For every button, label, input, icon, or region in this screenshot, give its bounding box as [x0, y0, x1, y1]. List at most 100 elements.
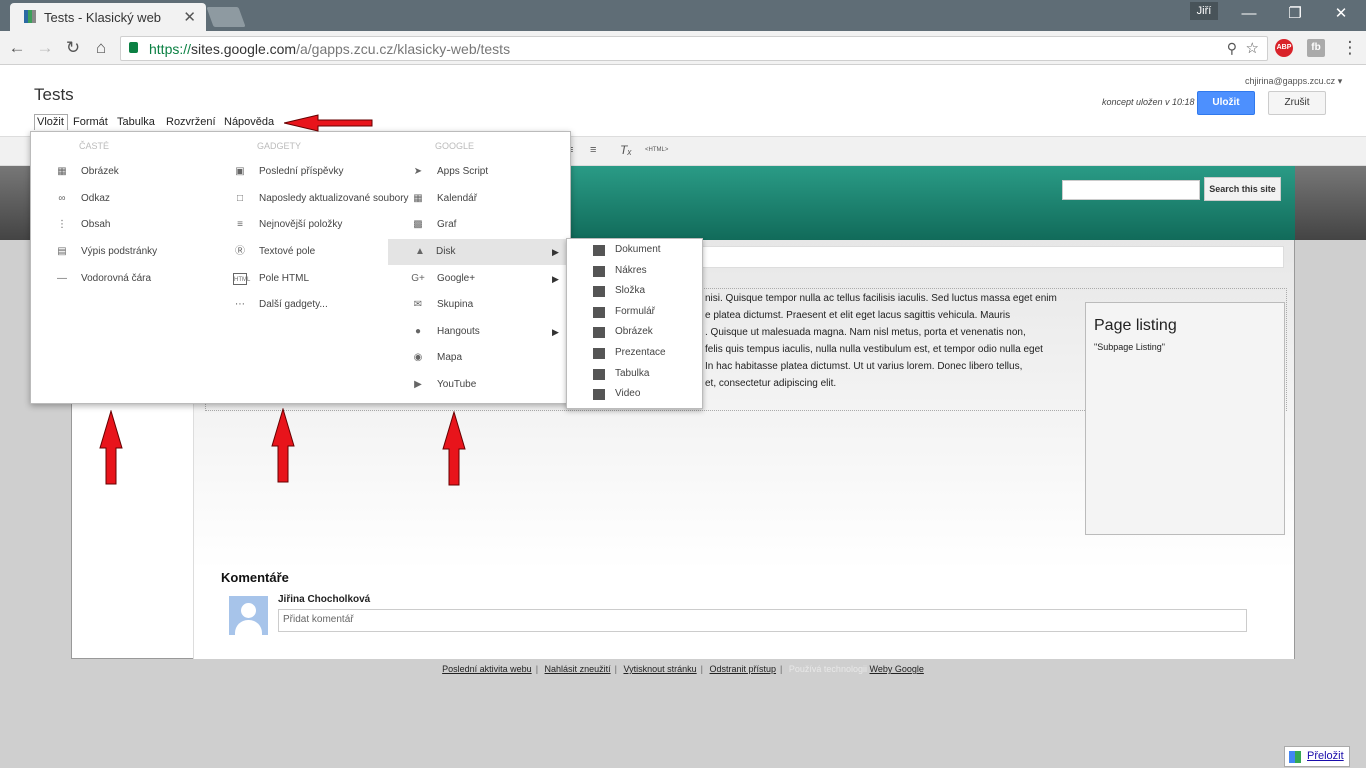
- annotation-arrow-up: [99, 410, 123, 486]
- apps-script-icon: ➤: [413, 166, 423, 177]
- drive-document[interactable]: Dokument: [567, 240, 704, 260]
- drive-presentation[interactable]: Prezentace: [567, 343, 704, 363]
- forward-arrow-icon[interactable]: →: [34, 37, 56, 59]
- footer-link-activity[interactable]: Poslední aktivita webu: [442, 664, 532, 674]
- page-title: Tests: [34, 85, 74, 104]
- text-box-icon: Ⓡ: [235, 246, 245, 257]
- insert-html-box[interactable]: HTML Pole HTML: [233, 266, 415, 292]
- page-title-field[interactable]: [702, 246, 1284, 268]
- insert-apps-script[interactable]: ➤ Apps Script: [411, 159, 571, 185]
- menu-insert[interactable]: Vložit: [34, 114, 68, 130]
- footer-link-report[interactable]: Nahlásit zneužití: [545, 664, 611, 674]
- insert-recent-items[interactable]: ≡ Nejnovější položky: [233, 212, 415, 238]
- insert-menu-dropdown: ČASTÉ GADGETY GOOGLE ▦ Obrázek ∞ Odkaz ⋮ Ob…: [30, 131, 571, 404]
- translate-button[interactable]: Přeložit: [1284, 746, 1350, 767]
- image-icon: ▦: [57, 166, 67, 177]
- minimize-icon[interactable]: —: [1226, 4, 1272, 26]
- text-line: felis quis tempus iaculis, nulla nulla v…: [705, 344, 1043, 355]
- home-icon[interactable]: ⌂: [90, 37, 112, 59]
- footer-link-print[interactable]: Vytisknout stránku: [623, 664, 696, 674]
- calendar-icon: ▦: [413, 193, 423, 204]
- site-search-input[interactable]: [1062, 180, 1200, 200]
- reload-icon[interactable]: ↻: [62, 37, 84, 59]
- text-line: nisi. Quisque tempor nulla ac tellus fac…: [705, 293, 1057, 304]
- drive-spreadsheet[interactable]: Tabulka: [567, 364, 704, 384]
- adblock-icon[interactable]: ABP: [1275, 39, 1293, 57]
- annotation-arrow-left: [284, 114, 374, 132]
- url-text: https://sites.google.com/a/gapps.zcu.cz/…: [149, 41, 511, 57]
- drive-folder[interactable]: Složka: [567, 281, 704, 301]
- hangouts-icon: ●: [414, 326, 422, 337]
- link-icon: ∞: [58, 193, 66, 204]
- insert-group[interactable]: ✉ Skupina: [411, 292, 571, 318]
- insert-image[interactable]: ▦ Obrázek: [55, 159, 225, 185]
- recent-items-icon: ≡: [237, 219, 243, 230]
- window-user-badge[interactable]: Jiří: [1190, 2, 1218, 20]
- chrome-menu-icon[interactable]: ⋮: [1339, 37, 1361, 59]
- page-listing-gadget[interactable]: Page listing "Subpage Listing": [1085, 302, 1285, 535]
- menu-layout[interactable]: Rozvržení: [166, 116, 216, 128]
- comment-placeholder: Přidat komentář: [283, 614, 354, 625]
- drive-form[interactable]: Formulář: [567, 302, 704, 322]
- menu-help[interactable]: Nápověda: [224, 116, 274, 128]
- back-arrow-icon[interactable]: ←: [6, 37, 28, 59]
- html-button[interactable]: <HTML>: [645, 147, 668, 153]
- clear-format-icon[interactable]: Tₓ: [620, 143, 632, 157]
- header-google: GOOGLE: [435, 141, 475, 151]
- insert-youtube[interactable]: ▶ YouTube: [411, 372, 571, 398]
- insert-subpage-listing[interactable]: ▤ Výpis podstránky: [55, 239, 225, 265]
- folder-icon: [593, 286, 605, 297]
- window-close-icon[interactable]: ✕: [1318, 4, 1364, 26]
- save-button[interactable]: Uložit: [1197, 91, 1255, 115]
- site-header: [570, 166, 1295, 240]
- drive-submenu: Dokument Nákres Složka Formulář Obrázek …: [566, 238, 703, 409]
- annotation-arrow-up: [271, 408, 295, 484]
- menu-format[interactable]: Formát: [73, 116, 108, 128]
- restore-icon[interactable]: ❐: [1272, 4, 1318, 26]
- browser-tab[interactable]: Tests - Klasický web ✕: [10, 3, 206, 31]
- fb-extension-icon[interactable]: fb: [1307, 39, 1325, 57]
- insert-horizontal-line[interactable]: — Vodorovná čára: [55, 266, 225, 292]
- commenter-name: Jiřina Chocholková: [278, 594, 371, 605]
- drive-icon: ▲: [415, 246, 425, 257]
- tab-title: Tests - Klasický web: [44, 10, 162, 25]
- insert-link[interactable]: ∞ Odkaz: [55, 186, 225, 212]
- insert-recent-posts[interactable]: ▣ Poslední příspěvky: [233, 159, 415, 185]
- new-tab-button[interactable]: [206, 7, 246, 27]
- chart-icon: ▩: [413, 219, 423, 230]
- zoom-icon[interactable]: ⚲: [1227, 40, 1237, 57]
- site-search-button[interactable]: Search this site: [1204, 177, 1281, 201]
- header-gadgets: GADGETY: [257, 141, 302, 151]
- submenu-arrow-icon: ▶: [552, 247, 559, 257]
- address-bar[interactable]: https://sites.google.com/a/gapps.zcu.cz/…: [120, 36, 1268, 61]
- footer-link-google-sites[interactable]: Weby Google: [869, 664, 923, 674]
- insert-google-plus[interactable]: G+ Google+ ▶: [411, 266, 571, 292]
- drive-image[interactable]: Obrázek: [567, 322, 704, 342]
- align-right-icon[interactable]: ≡: [590, 144, 596, 156]
- insert-calendar[interactable]: ▦ Kalendář: [411, 186, 571, 212]
- tab-close-icon[interactable]: ✕: [183, 8, 196, 26]
- drive-drawing[interactable]: Nákres: [567, 261, 704, 281]
- insert-drive[interactable]: ▲ Disk ▶: [388, 239, 571, 265]
- account-menu[interactable]: chjirina@gapps.zcu.cz ▾: [1245, 76, 1342, 87]
- footer-link-remove-access[interactable]: Odstranit přístup: [710, 664, 777, 674]
- insert-more-gadgets[interactable]: ⋯ Další gadgety...: [233, 292, 415, 318]
- site-footer: Poslední aktivita webu | Nahlásit zneužit…: [442, 664, 924, 674]
- document-icon: [593, 245, 605, 256]
- cancel-button[interactable]: Zrušit: [1268, 91, 1326, 115]
- insert-toc[interactable]: ⋮ Obsah: [55, 212, 225, 238]
- footer-powered-by: Používá technologii: [788, 664, 867, 674]
- insert-recent-files[interactable]: □ Naposledy aktualizované soubory: [233, 186, 415, 212]
- insert-chart[interactable]: ▩ Graf: [411, 212, 571, 238]
- form-icon: [593, 307, 605, 318]
- comment-input[interactable]: Přidat komentář: [278, 609, 1247, 632]
- subpage-listing-icon: ▤: [57, 246, 67, 257]
- insert-hangouts[interactable]: ● Hangouts ▶: [411, 319, 571, 345]
- map-icon: ◉: [413, 352, 423, 363]
- bookmark-star-icon[interactable]: ☆: [1246, 39, 1259, 57]
- insert-map[interactable]: ◉ Mapa: [411, 345, 571, 371]
- more-gadgets-icon: ⋯: [235, 299, 245, 310]
- menu-table[interactable]: Tabulka: [117, 116, 155, 128]
- comments-heading: Komentáře: [221, 570, 289, 585]
- drive-video[interactable]: Video: [567, 384, 704, 404]
